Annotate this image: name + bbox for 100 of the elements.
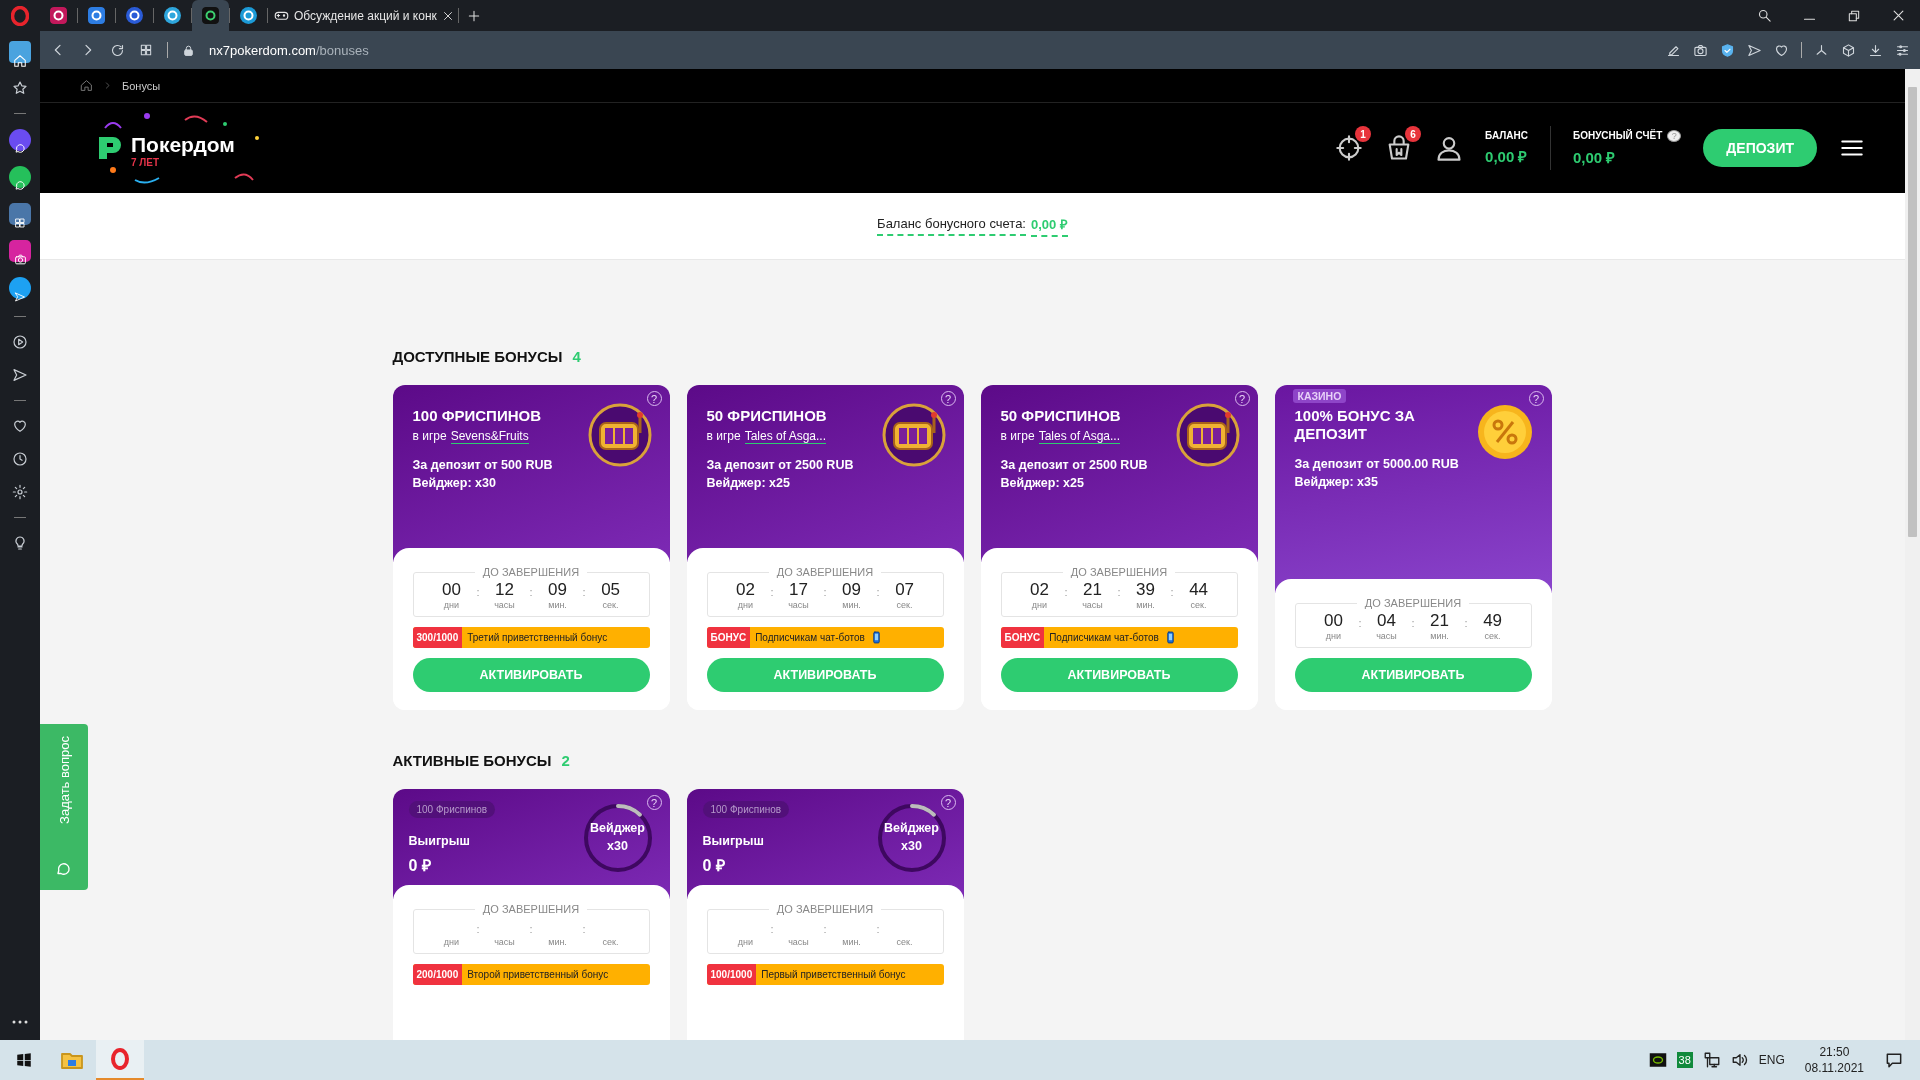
search-icon[interactable] xyxy=(1757,8,1772,23)
wager-text: Вейджер: x35 xyxy=(1294,475,1379,489)
fan-icon[interactable] xyxy=(1814,42,1829,58)
player-icon[interactable] xyxy=(12,334,28,350)
close-icon[interactable] xyxy=(441,9,454,22)
time-unit: часы xyxy=(788,937,809,947)
time-value: 44 xyxy=(1189,580,1209,600)
time-separator: : xyxy=(1117,586,1121,598)
browser-tab[interactable] xyxy=(192,0,229,31)
time-unit: сек. xyxy=(602,937,619,947)
shield-icon[interactable] xyxy=(1720,42,1735,58)
bonus-balance-amount: 0,00 ₽ xyxy=(1030,215,1068,237)
social-app-button[interactable] xyxy=(9,203,31,225)
cube-icon[interactable] xyxy=(1841,42,1856,58)
heart-icon[interactable] xyxy=(12,418,28,434)
slot-machine-drawing xyxy=(587,403,652,467)
opera-icon[interactable] xyxy=(108,1047,132,1071)
time-value: 00 xyxy=(1323,611,1343,631)
home-icon[interactable] xyxy=(80,79,93,92)
game-link[interactable]: Tales of Asga... xyxy=(1038,429,1121,444)
countdown-label: ДО ЗАВЕРШЕНИЯ xyxy=(775,566,875,578)
browser-tab[interactable]: Обсуждение акций и конк xyxy=(268,0,458,31)
close-icon[interactable] xyxy=(1891,8,1906,23)
clock-date[interactable]: 08.11.2021 xyxy=(1804,1061,1864,1075)
promo-text: Подписчикам чат-ботов xyxy=(1049,632,1159,643)
category-tag: КАЗИНО xyxy=(1292,389,1347,403)
send-icon xyxy=(14,290,26,303)
time-separator: : xyxy=(876,586,880,598)
bulb-icon[interactable] xyxy=(12,535,28,551)
bonus-title: 100 ФРИСПИНОВ xyxy=(412,407,542,425)
time-value: 04 xyxy=(1377,611,1396,631)
time-unit: дни xyxy=(443,937,460,947)
promo-badge: БОНУС xyxy=(706,627,751,648)
time-unit: дни xyxy=(737,937,754,947)
network-icon[interactable] xyxy=(1702,1051,1721,1069)
section-count: 4 xyxy=(572,348,581,365)
language-indicator[interactable]: ENG xyxy=(1758,1053,1785,1067)
countdown-label: ДО ЗАВЕРШЕНИЯ xyxy=(481,566,581,578)
address-field[interactable]: nx7pokerdom.com/bonuses xyxy=(209,42,369,58)
chat-bubble-icon xyxy=(55,860,73,878)
time-value: 39 xyxy=(1136,580,1155,600)
camera-app-button[interactable] xyxy=(9,240,31,262)
site-favicon-icon xyxy=(88,7,105,24)
speed-dial-icon[interactable] xyxy=(139,43,153,57)
game-link[interactable]: Sevens&Fruits xyxy=(450,429,529,444)
bonus-balance-label: Баланс бонусного счета: xyxy=(877,216,1026,236)
logo[interactable]: Покердом 7 ЛЕТ xyxy=(95,108,265,188)
time-separator: : xyxy=(476,923,480,935)
restore-icon[interactable] xyxy=(1847,8,1861,23)
scroll-bar[interactable] xyxy=(1905,69,1920,1040)
windows-start-icon[interactable] xyxy=(15,1051,33,1069)
notification-badge: 1 xyxy=(1355,126,1372,142)
lock-icon xyxy=(182,43,195,57)
heart-icon[interactable] xyxy=(1774,42,1789,58)
win-label: Выигрыш xyxy=(408,834,470,848)
breadcrumb-link[interactable]: Бонусы xyxy=(122,79,161,92)
camera-icon[interactable] xyxy=(1693,42,1708,58)
countdown-label: ДО ЗАВЕРШЕНИЯ xyxy=(1069,566,1169,578)
reload-icon[interactable] xyxy=(110,42,125,58)
time-separator: : xyxy=(823,923,827,935)
time-value: 00 xyxy=(441,580,461,600)
settings-icon[interactable] xyxy=(12,484,28,500)
chat-app-button[interactable] xyxy=(9,129,31,151)
star-icon[interactable] xyxy=(12,80,28,96)
time-unit: сек. xyxy=(602,600,619,610)
settings-icon[interactable] xyxy=(1895,42,1910,58)
new-tab-icon[interactable] xyxy=(467,8,481,23)
time-value: 09 xyxy=(548,580,567,600)
send-icon[interactable] xyxy=(1747,42,1762,58)
section-title: АКТИВНЫЕ БОНУСЫ xyxy=(392,752,552,769)
promo-badge: 100/1000 xyxy=(706,964,757,985)
user-icon[interactable] xyxy=(1435,134,1464,162)
bonus-title: 50 ФРИСПИНОВ xyxy=(706,407,828,425)
phone-chat-button[interactable] xyxy=(9,166,31,188)
wager-value: x30 xyxy=(606,839,629,853)
chevron-icon xyxy=(103,81,112,90)
tray-badge[interactable]: 38 xyxy=(1676,1052,1693,1068)
opera-logo-icon[interactable] xyxy=(11,5,29,26)
time-separator: : xyxy=(1358,617,1362,629)
gpu-icon[interactable] xyxy=(1648,1051,1667,1069)
more-icon[interactable] xyxy=(12,1020,28,1024)
bonus-title: 50 ФРИСПИНОВ xyxy=(1000,407,1122,425)
time-unit: мин. xyxy=(1430,631,1449,641)
time-value: 21 xyxy=(1430,611,1449,631)
download-icon[interactable] xyxy=(1868,42,1883,58)
notification-badge: 6 xyxy=(1405,126,1422,142)
bonus-amount: 0,00 ₽ xyxy=(1572,147,1617,167)
clock-icon[interactable] xyxy=(12,451,28,467)
percent-coin-drawing xyxy=(1475,403,1534,461)
site-favicon-icon xyxy=(164,7,181,24)
time-unit: сек. xyxy=(896,600,913,610)
send-icon[interactable] xyxy=(12,367,28,383)
deposit-condition: За депозит от 5000.00 RUB xyxy=(1294,457,1460,471)
volume-icon[interactable] xyxy=(1730,1051,1749,1069)
clock-time[interactable]: 21:50 xyxy=(1819,1045,1850,1059)
grid-icon xyxy=(14,216,26,229)
notifications-icon[interactable] xyxy=(1884,1050,1904,1070)
time-unit: дни xyxy=(1325,631,1342,641)
game-link[interactable]: Tales of Asga... xyxy=(744,429,827,444)
scroll-thumb[interactable] xyxy=(1908,87,1917,537)
